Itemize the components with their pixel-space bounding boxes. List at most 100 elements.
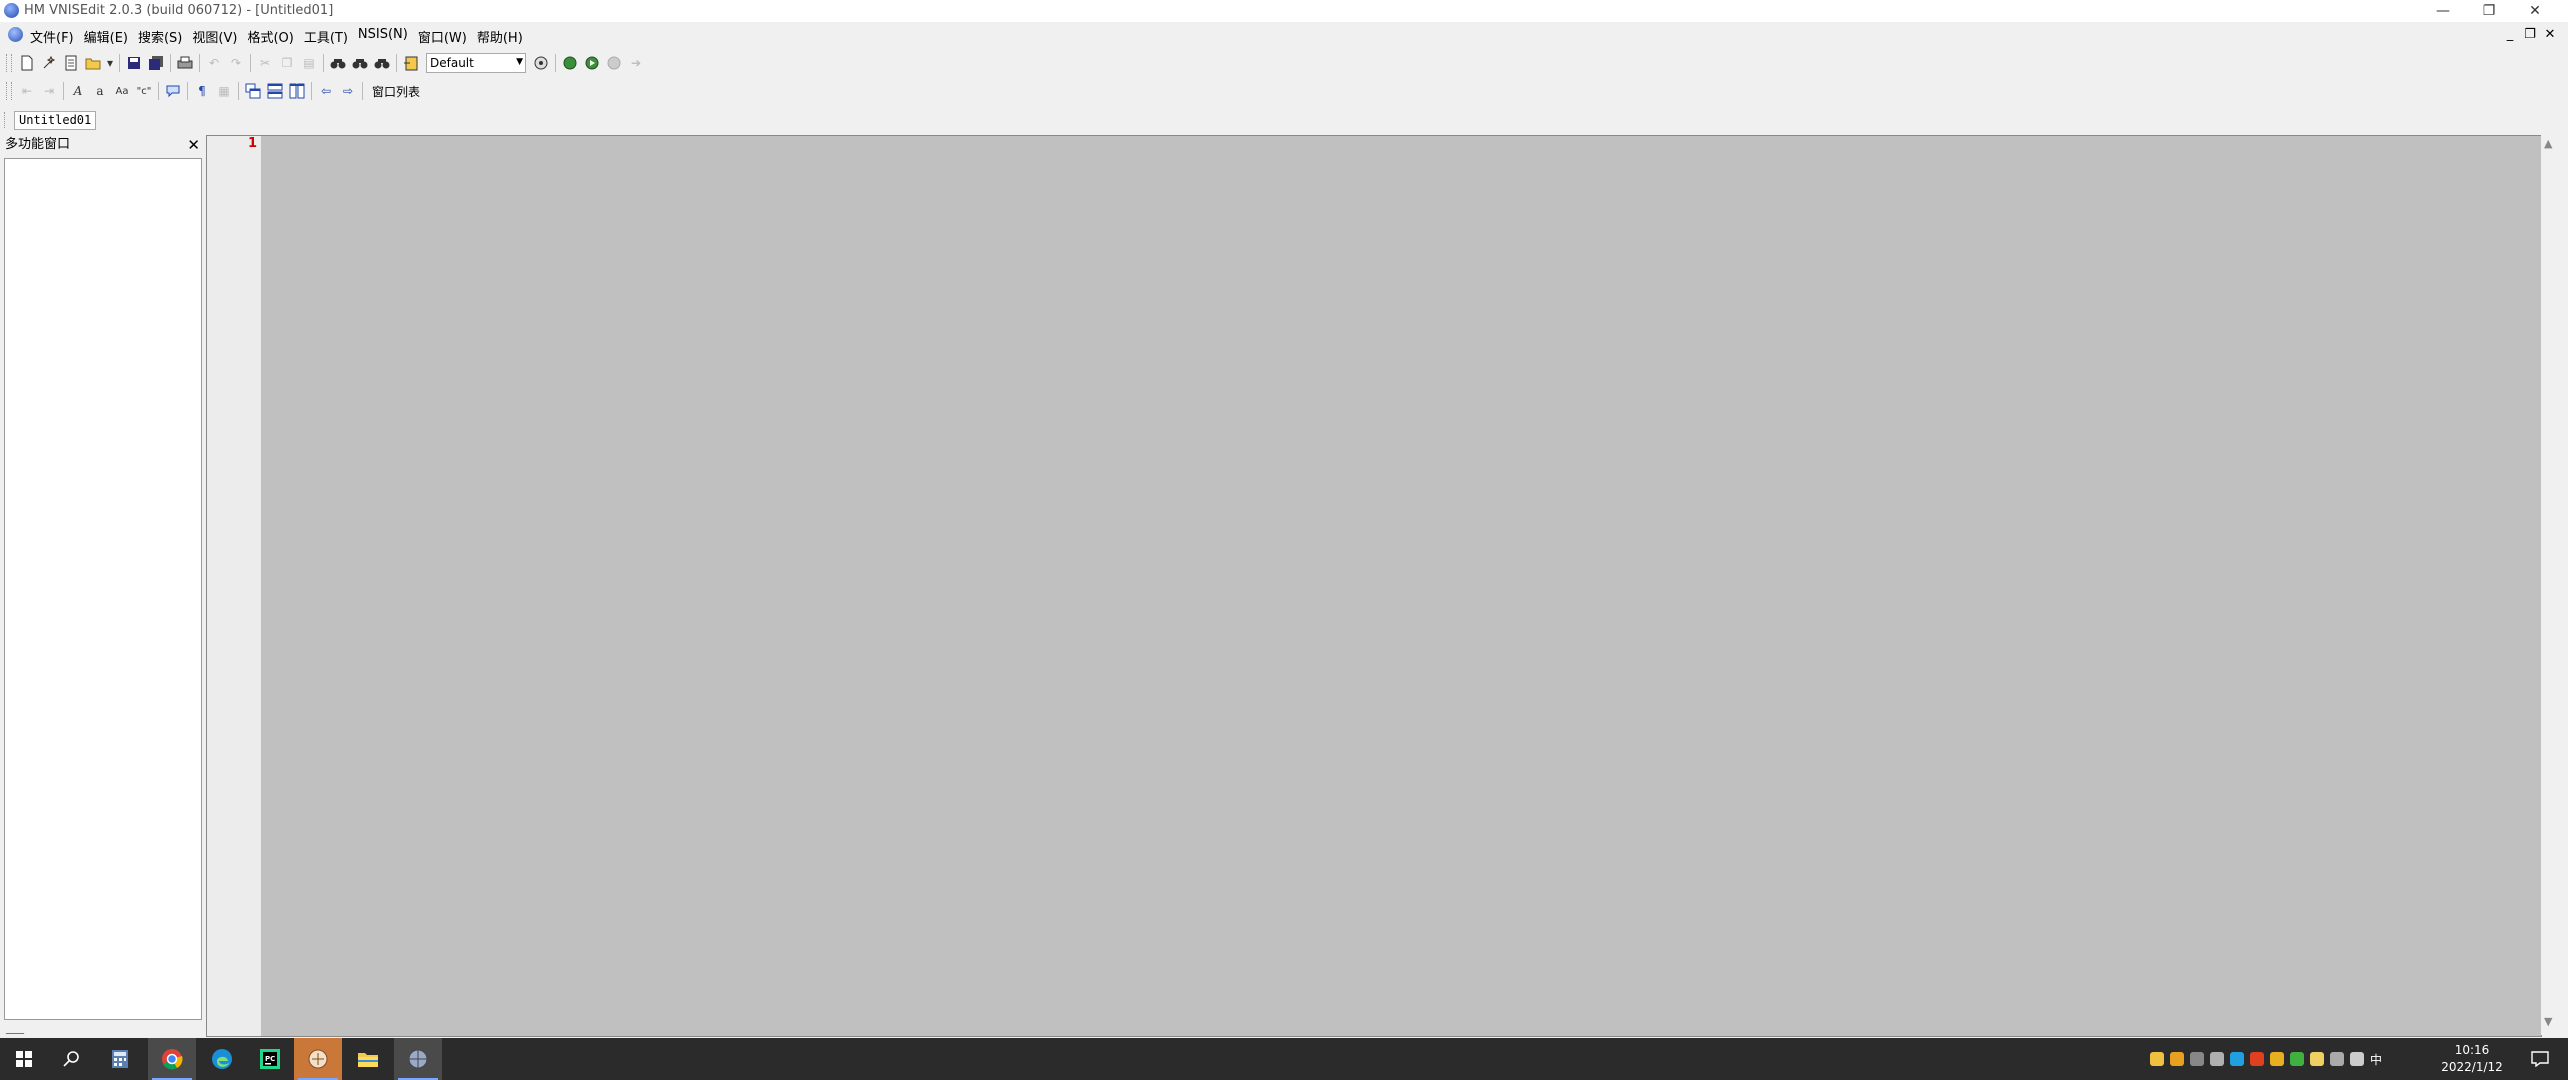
battery-tray-icon[interactable] (2310, 1052, 2324, 1066)
compile-run-icon[interactable] (583, 54, 601, 72)
search-button[interactable] (48, 1038, 96, 1080)
compile-icon[interactable] (561, 54, 579, 72)
menu-format[interactable]: 格式(O) (247, 27, 293, 46)
goto-line-icon[interactable] (402, 54, 420, 72)
show-whitespace-icon[interactable]: ¶ (193, 82, 211, 100)
uppercase-icon[interactable]: A (69, 82, 87, 100)
menu-search[interactable]: 搜索(S) (138, 27, 182, 46)
save-icon[interactable] (125, 54, 143, 72)
nsis-taskbar-item[interactable] (394, 1038, 442, 1080)
capitalize-icon[interactable]: "c" (135, 82, 153, 100)
cloud-tray-icon[interactable] (2230, 1052, 2244, 1066)
comment-icon[interactable] (164, 82, 182, 100)
indent-icon[interactable]: ⇤ (18, 82, 36, 100)
panel-header: 多功能窗口 ✕ (2, 136, 202, 154)
next-window-icon[interactable]: ⇨ (339, 82, 357, 100)
title-bar: HM VNISEdit 2.0.3 (build 060712) - [Unti… (0, 0, 2568, 22)
template-icon[interactable] (62, 54, 80, 72)
menu-help[interactable]: 帮助(H) (477, 27, 523, 46)
scroll-up-icon[interactable]: ▲ (2544, 137, 2552, 150)
menu-window[interactable]: 窗口(W) (418, 27, 467, 46)
outdent-icon[interactable]: ⇥ (40, 82, 58, 100)
close-icon[interactable]: ✕ (187, 136, 200, 154)
toolbar-grip[interactable] (6, 82, 12, 100)
toolbar-grip[interactable] (6, 54, 12, 72)
menu-tools[interactable]: 工具(T) (304, 27, 348, 46)
ime-indicator[interactable]: 中 (2370, 1051, 2382, 1068)
cut-icon[interactable]: ✂ (256, 54, 274, 72)
window-list-button[interactable]: 窗口列表 (372, 83, 420, 100)
undo-icon[interactable]: ↶ (205, 54, 223, 72)
close-button[interactable]: ✕ (2512, 0, 2558, 22)
stop-compile-icon[interactable] (605, 54, 623, 72)
file-explorer-taskbar-item[interactable] (344, 1038, 392, 1080)
start-button[interactable] (0, 1038, 48, 1080)
code-editor[interactable]: 1 (206, 135, 2542, 1037)
notification-button[interactable] (2518, 1038, 2562, 1080)
edge-taskbar-item[interactable] (198, 1038, 246, 1080)
menu-file[interactable]: 文件(F) (30, 27, 74, 46)
cascade-icon[interactable] (244, 82, 262, 100)
find-next-icon[interactable] (351, 54, 369, 72)
run-icon[interactable]: ➔ (627, 54, 645, 72)
search-tray-icon[interactable] (2170, 1052, 2184, 1066)
calculator-icon (112, 1050, 128, 1068)
toolbar-separator (158, 82, 159, 100)
clock[interactable]: 10:16 2022/1/12 (2432, 1042, 2512, 1076)
calculator-taskbar-item[interactable] (96, 1038, 144, 1080)
preview-icon[interactable] (532, 54, 550, 72)
chevron-down-icon[interactable]: ▾ (106, 54, 114, 72)
office-tray-icon[interactable] (2250, 1052, 2264, 1066)
document-icon[interactable] (8, 27, 23, 42)
vertical-scrollbar[interactable]: ▲ ▼ (2541, 135, 2559, 1035)
tile-horizontal-icon[interactable] (266, 82, 284, 100)
vnisedit-taskbar-item[interactable] (294, 1038, 342, 1080)
scroll-down-icon[interactable]: ▼ (2544, 1015, 2552, 1028)
network-icon[interactable] (2330, 1052, 2344, 1066)
panel-content[interactable] (4, 158, 202, 1020)
nsis-icon (408, 1049, 428, 1069)
windows-icon (16, 1051, 32, 1067)
menu-nsis[interactable]: NSIS(N) (358, 27, 408, 46)
security-tray-icon[interactable] (2290, 1052, 2304, 1066)
minimize-button[interactable]: — (2420, 0, 2466, 22)
volume-icon[interactable] (2350, 1052, 2364, 1066)
copy-icon[interactable]: ❐ (278, 54, 296, 72)
notification-icon (2531, 1051, 2549, 1067)
tab-untitled01[interactable]: Untitled01 (14, 111, 97, 130)
chrome-taskbar-item[interactable] (148, 1038, 196, 1080)
toggle-case-icon[interactable]: Aa (113, 82, 131, 100)
shield-icon[interactable] (2270, 1052, 2284, 1066)
mdi-close-button[interactable]: ✕ (2542, 27, 2558, 42)
new-file-icon[interactable] (18, 54, 36, 72)
menu-edit[interactable]: 编辑(E) (84, 27, 128, 46)
print-icon[interactable] (176, 54, 194, 72)
restore-button[interactable]: ❐ (2466, 0, 2512, 22)
paste-icon[interactable]: ▤ (300, 54, 318, 72)
tile-vertical-icon[interactable] (288, 82, 306, 100)
toolbar-separator (63, 82, 64, 100)
pycharm-taskbar-item[interactable]: PC (246, 1038, 294, 1080)
document-tab-bar: Untitled01 (0, 108, 2568, 132)
previous-window-icon[interactable]: ⇦ (317, 82, 335, 100)
lowercase-icon[interactable]: a (91, 82, 109, 100)
word-wrap-icon[interactable]: ▦ (215, 82, 233, 100)
replace-icon[interactable] (373, 54, 391, 72)
save-all-icon[interactable] (147, 54, 165, 72)
mdi-restore-button[interactable]: ❐ (2522, 27, 2538, 42)
panel-tabs[interactable]: ___ (6, 1020, 24, 1034)
wizard-icon[interactable] (40, 54, 58, 72)
taskbar: PC 中 10:16 2022/1/12 (0, 1038, 2568, 1080)
display-tray-icon[interactable] (2210, 1052, 2224, 1066)
find-icon[interactable] (329, 54, 347, 72)
mdi-minimize-button[interactable]: _ (2502, 27, 2518, 42)
menu-view[interactable]: 视图(V) (192, 27, 237, 46)
tabbar-grip[interactable] (4, 112, 8, 128)
open-folder-icon[interactable] (84, 54, 102, 72)
app-icon[interactable] (4, 3, 19, 18)
vnisedit-icon (308, 1049, 328, 1069)
redo-icon[interactable]: ↷ (227, 54, 245, 72)
window-tray-icon[interactable] (2190, 1052, 2204, 1066)
qq-icon[interactable] (2150, 1052, 2164, 1066)
syntax-scheme-select[interactable]: Default ▼ (426, 53, 526, 73)
